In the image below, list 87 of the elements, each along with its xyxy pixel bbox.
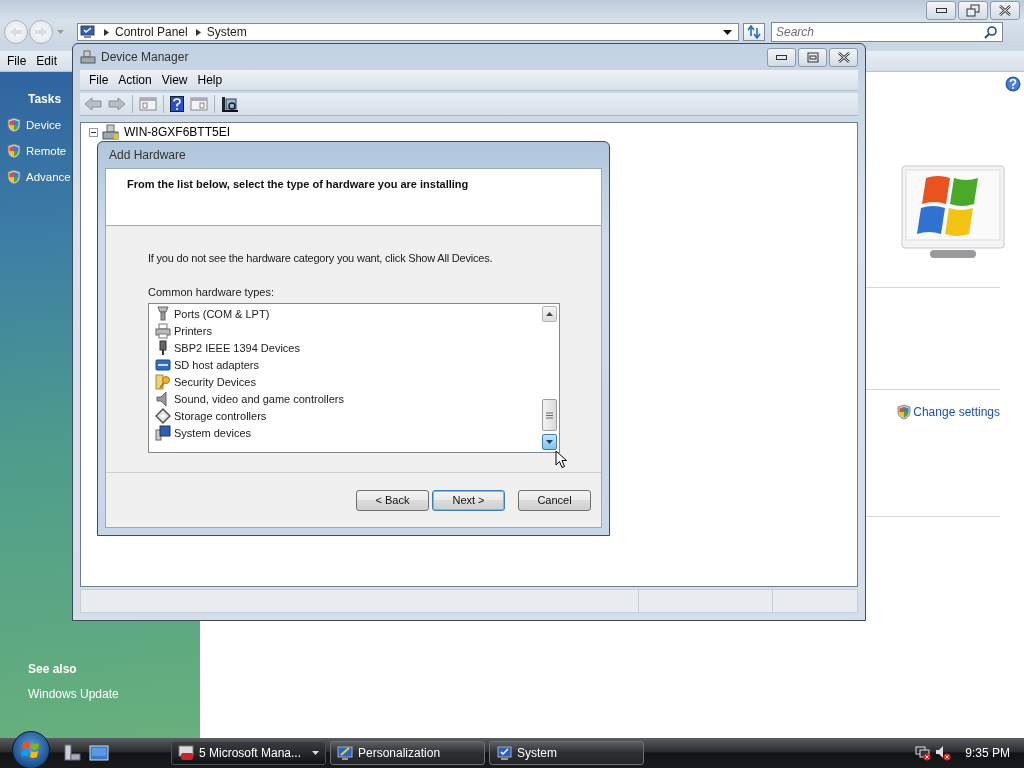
monitor-icon bbox=[155, 424, 171, 441]
list-item[interactable]: Storage controllers bbox=[155, 407, 542, 424]
down-arrow-icon bbox=[546, 440, 553, 444]
network-error-icon[interactable] bbox=[915, 745, 932, 761]
scroll-down-button[interactable] bbox=[542, 434, 557, 450]
taskbar-button[interactable]: Personalization bbox=[330, 741, 485, 765]
caret-icon bbox=[57, 29, 64, 35]
monitor-brush-icon bbox=[337, 745, 353, 761]
shield-icon bbox=[7, 169, 21, 185]
scan-hardware-icon[interactable] bbox=[221, 96, 239, 112]
shield-icon bbox=[7, 117, 21, 133]
taskbar-button[interactable]: System bbox=[489, 741, 644, 765]
menu-item[interactable]: Action bbox=[115, 73, 155, 87]
close-button[interactable] bbox=[829, 47, 858, 67]
grip-icon bbox=[546, 411, 553, 419]
task-link[interactable]: Remote bbox=[0, 138, 67, 164]
dialog-button[interactable]: Cancel bbox=[518, 489, 591, 511]
back-arrow-icon bbox=[9, 26, 23, 38]
monitor-flag-icon bbox=[900, 164, 1006, 260]
dialog-heading: From the list below, select the type of hardware you are installing bbox=[127, 178, 470, 190]
card-icon bbox=[155, 356, 171, 373]
shield-icon bbox=[897, 404, 912, 420]
restore-icon bbox=[963, 1, 983, 19]
scrollbar-thumb[interactable] bbox=[542, 399, 557, 431]
list-item[interactable]: Security Devices bbox=[155, 373, 542, 390]
search-icon bbox=[984, 26, 997, 39]
minimize-icon bbox=[776, 54, 787, 60]
up-arrow-icon bbox=[546, 312, 553, 316]
refresh-arrows-icon bbox=[746, 25, 762, 39]
minimize-button[interactable] bbox=[767, 47, 796, 67]
breadcrumb-link[interactable]: Control Panel bbox=[115, 25, 188, 39]
dialog-button[interactable]: < Back bbox=[356, 489, 429, 511]
minimize-button[interactable] bbox=[926, 0, 956, 20]
refresh-button[interactable] bbox=[743, 23, 765, 41]
section-heading: See also bbox=[27, 662, 77, 676]
list-label: Common hardware types: bbox=[148, 286, 275, 298]
printer-icon bbox=[155, 322, 171, 339]
dialog-title: Add Hardware bbox=[109, 148, 186, 162]
computer-icon bbox=[101, 124, 119, 140]
scroll-up-button[interactable] bbox=[542, 306, 557, 322]
menu-item[interactable]: View bbox=[158, 73, 191, 87]
diamond-icon bbox=[155, 407, 171, 424]
server-icon[interactable] bbox=[63, 744, 81, 762]
scrollbar[interactable] bbox=[542, 304, 559, 452]
list-item[interactable]: SBP2 IEEE 1394 Devices bbox=[155, 339, 542, 356]
menu-item[interactable]: File bbox=[86, 73, 112, 87]
shield-icon bbox=[7, 143, 21, 159]
close-button[interactable] bbox=[990, 0, 1020, 20]
four-color-flag-icon bbox=[21, 741, 41, 759]
address-bar[interactable]: Control Panel System bbox=[77, 23, 739, 41]
list-item[interactable]: Ports (COM & LPT) bbox=[155, 305, 542, 322]
instruction-text: If you do not see the hardware category you want, click Show All Devices. bbox=[148, 252, 494, 264]
collapse-icon[interactable] bbox=[89, 127, 98, 137]
clock[interactable]: 9:35 PM bbox=[965, 746, 1010, 760]
monitor-check-icon bbox=[496, 745, 512, 761]
section-heading: Tasks bbox=[27, 92, 62, 106]
breadcrumb-link[interactable]: System bbox=[206, 25, 247, 39]
dialog-button[interactable]: Next > bbox=[432, 489, 505, 511]
list-item[interactable]: Printers bbox=[155, 322, 542, 339]
device-manager-icon bbox=[80, 50, 96, 64]
forward-arrow-icon bbox=[34, 26, 48, 38]
key-icon bbox=[155, 373, 171, 390]
window-title: Device Manager bbox=[101, 50, 189, 64]
minimize-icon bbox=[935, 7, 947, 13]
task-link[interactable]: Advance bbox=[0, 164, 71, 190]
chevron-icon bbox=[195, 28, 201, 36]
list-item[interactable]: Sound, video and game controllers bbox=[155, 390, 542, 407]
tree-item[interactable]: WIN-8GXF6BTT5EI bbox=[124, 125, 230, 139]
plug-icon bbox=[155, 305, 171, 322]
computer-icon bbox=[80, 25, 96, 39]
menu-item[interactable]: Help bbox=[194, 73, 226, 87]
task-link[interactable]: Device bbox=[0, 112, 62, 138]
help-icon[interactable] bbox=[170, 96, 184, 112]
search-field[interactable]: Search bbox=[771, 22, 1003, 42]
dropdown-caret-icon bbox=[723, 29, 732, 35]
list-item[interactable]: System devices bbox=[155, 424, 542, 441]
start-button[interactable] bbox=[12, 731, 50, 768]
chevron-icon bbox=[104, 28, 109, 36]
speaker-muted-icon[interactable] bbox=[935, 745, 952, 761]
menu-item[interactable]: File bbox=[4, 54, 30, 68]
toolbox-icon bbox=[178, 745, 194, 761]
list-item[interactable]: SD host adapters bbox=[155, 356, 542, 373]
help-icon bbox=[1005, 76, 1021, 92]
caret-icon bbox=[312, 751, 319, 755]
taskbar-button[interactable]: 5 Microsoft Mana... bbox=[171, 741, 326, 765]
change-settings-link[interactable]: Change settings bbox=[897, 404, 1000, 420]
menu-item[interactable]: Edit bbox=[33, 54, 61, 68]
